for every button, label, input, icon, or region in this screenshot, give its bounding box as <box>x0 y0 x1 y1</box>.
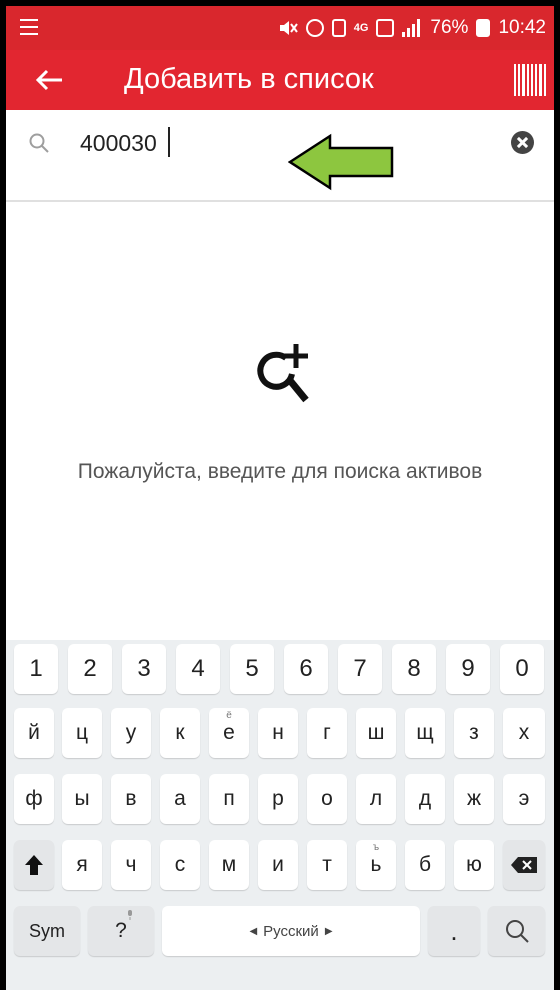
question-key[interactable]: ? <box>88 906 154 956</box>
shift-key[interactable] <box>14 840 54 890</box>
signal-box-icon <box>376 19 395 37</box>
key-letter[interactable]: ы <box>62 774 102 824</box>
space-key[interactable]: ◀ Русский ▶ <box>162 906 420 956</box>
key-9[interactable]: 9 <box>446 644 490 694</box>
battery-percent: 76% <box>430 17 469 38</box>
mic-icon <box>128 910 132 920</box>
key-letter-label: ь <box>370 853 382 876</box>
key-2[interactable]: 2 <box>68 644 112 694</box>
key-letter[interactable]: н <box>258 708 298 758</box>
key-letter[interactable]: р <box>258 774 298 824</box>
period-key[interactable]: . <box>428 906 480 956</box>
key-letter[interactable]: щ <box>405 708 445 758</box>
status-bar-right: 4G 76% 10:42 <box>278 6 546 50</box>
key-letter[interactable]: к <box>160 708 200 758</box>
key-alt-char: ъ <box>372 842 380 853</box>
key-4[interactable]: 4 <box>176 644 220 694</box>
keyboard-number-row: 1 2 3 4 5 6 7 8 9 0 <box>6 644 554 700</box>
key-5[interactable]: 5 <box>230 644 274 694</box>
key-letter[interactable]: у <box>111 708 151 758</box>
key-letter[interactable]: о <box>307 774 347 824</box>
keyboard-row-3: я ч с м и т ъ ь б ю <box>6 840 554 896</box>
language-label: Русский <box>263 922 319 940</box>
search-icon <box>29 133 49 153</box>
mute-icon <box>279 21 298 35</box>
keyboard-row-1: й ц у к ё е н г ш щ з х <box>6 708 554 764</box>
barcode-scan-icon[interactable] <box>514 64 546 96</box>
key-letter[interactable]: в <box>111 774 151 824</box>
key-letter[interactable]: ш <box>356 708 396 758</box>
clear-search-button[interactable] <box>511 131 534 154</box>
language-next-icon: ▶ <box>324 925 333 937</box>
clock: 10:42 <box>498 17 546 38</box>
key-letter[interactable]: т <box>307 840 347 890</box>
text-cursor <box>168 127 170 157</box>
key-3[interactable]: 3 <box>122 644 166 694</box>
key-0[interactable]: 0 <box>500 644 544 694</box>
backspace-icon <box>511 857 537 873</box>
space-label-group: ◀ Русский ▶ <box>249 923 332 940</box>
key-letter[interactable]: ф <box>14 774 54 824</box>
key-7[interactable]: 7 <box>338 644 382 694</box>
backspace-key[interactable] <box>503 840 545 890</box>
key-letter[interactable]: э <box>503 774 545 824</box>
alarm-icon <box>305 19 324 37</box>
search-input[interactable] <box>80 128 460 158</box>
search-bar <box>6 110 554 202</box>
keyboard-row-2: ф ы в а п р о л д ж э <box>6 774 554 830</box>
key-letter-label: е <box>223 721 235 744</box>
page-title: Добавить в список <box>124 63 374 95</box>
key-letter[interactable]: й <box>14 708 54 758</box>
key-letter[interactable]: и <box>258 840 298 890</box>
key-letter[interactable]: л <box>356 774 396 824</box>
key-letter[interactable]: ч <box>111 840 151 890</box>
annotation-arrow-icon <box>288 133 394 191</box>
search-icon <box>505 920 529 943</box>
empty-state-message: Пожалуйста, введите для поиска активов <box>77 460 483 483</box>
key-letter[interactable]: п <box>209 774 249 824</box>
key-8[interactable]: 8 <box>392 644 436 694</box>
notification-list-icon <box>20 19 38 35</box>
screen: 4G 76% 10:42 Добавить в список 400030 По… <box>6 6 554 990</box>
key-letter-e[interactable]: ё е <box>209 708 249 758</box>
key-letter-soft-sign[interactable]: ъ ь <box>356 840 396 890</box>
sim-icon <box>331 19 346 37</box>
question-label: ? <box>115 919 127 942</box>
shift-arrow-icon <box>25 855 43 875</box>
key-alt-char: ё <box>226 710 232 721</box>
key-letter[interactable]: ж <box>454 774 494 824</box>
key-letter[interactable]: ю <box>454 840 494 890</box>
keyboard: 1 2 3 4 5 6 7 8 9 0 й ц у к ё е н г ш щ … <box>6 640 554 990</box>
key-letter[interactable]: м <box>209 840 249 890</box>
key-1[interactable]: 1 <box>14 644 58 694</box>
keyboard-bottom-row: Sym ? ◀ Русский ▶ . <box>6 906 554 962</box>
key-letter[interactable]: я <box>62 840 102 890</box>
key-letter[interactable]: х <box>503 708 545 758</box>
search-key[interactable] <box>488 906 545 956</box>
battery-icon <box>476 19 491 37</box>
key-letter[interactable]: г <box>307 708 347 758</box>
key-letter[interactable]: а <box>160 774 200 824</box>
back-arrow-icon[interactable] <box>32 62 68 98</box>
key-6[interactable]: 6 <box>284 644 328 694</box>
app-bar: Добавить в список <box>6 50 554 110</box>
language-prev-icon: ◀ <box>249 925 258 937</box>
signal-strength-icon <box>402 19 422 37</box>
status-bar: 4G 76% 10:42 <box>6 6 554 50</box>
key-letter[interactable]: с <box>160 840 200 890</box>
key-letter[interactable]: ц <box>62 708 102 758</box>
sym-key[interactable]: Sym <box>14 906 80 956</box>
network-type: 4G <box>353 22 369 34</box>
search-add-icon <box>257 344 309 403</box>
key-letter[interactable]: б <box>405 840 445 890</box>
key-letter[interactable]: з <box>454 708 494 758</box>
key-letter[interactable]: д <box>405 774 445 824</box>
